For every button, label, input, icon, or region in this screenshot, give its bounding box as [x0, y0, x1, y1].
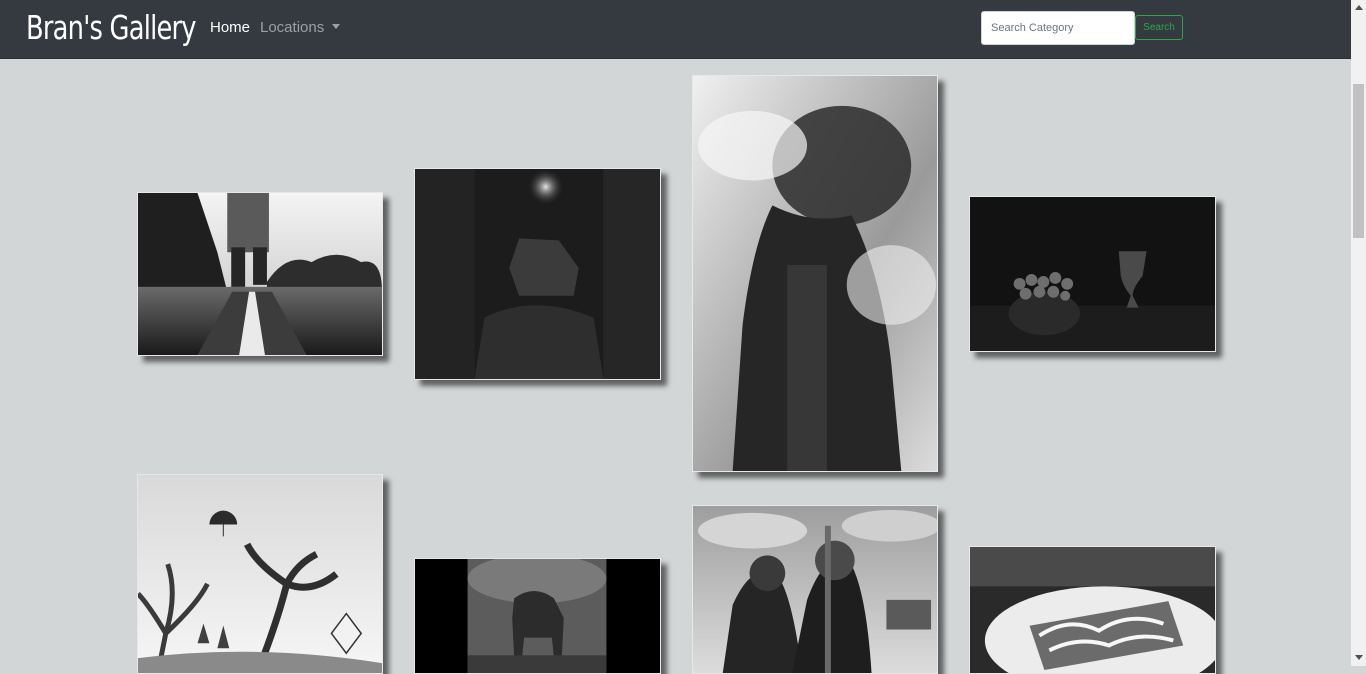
search-button[interactable]: Search	[1135, 15, 1183, 40]
gallery-image-double-exposure-portrait[interactable]	[692, 75, 938, 472]
gallery-image-masked-soldiers[interactable]	[692, 505, 938, 674]
scroll-down-icon[interactable]	[1355, 655, 1363, 660]
gallery-image-grapes-still-life[interactable]	[969, 196, 1216, 352]
search-category-input[interactable]	[981, 11, 1135, 45]
gallery-image-elephant[interactable]	[414, 558, 661, 674]
chevron-down-icon	[332, 23, 341, 29]
top-navbar: Bran's Gallery Home Locations Search	[0, 0, 1351, 59]
brand-logo[interactable]: Bran's Gallery	[26, 8, 197, 47]
gallery-image-rail-walker[interactable]	[137, 192, 383, 356]
gallery-image-waffle-dessert[interactable]	[969, 546, 1216, 674]
scroll-up-icon[interactable]	[1355, 5, 1363, 10]
gallery-image-stag[interactable]	[414, 168, 661, 380]
nav-locations-dropdown[interactable]: Locations	[260, 19, 341, 36]
scrollbar-thumb[interactable]	[1353, 84, 1364, 238]
page-scrollbar[interactable]	[1351, 0, 1366, 666]
nav-home-link[interactable]: Home	[210, 19, 250, 36]
gallery-image-surreal-tree[interactable]	[137, 474, 383, 674]
nav-locations-label: Locations	[260, 19, 325, 36]
